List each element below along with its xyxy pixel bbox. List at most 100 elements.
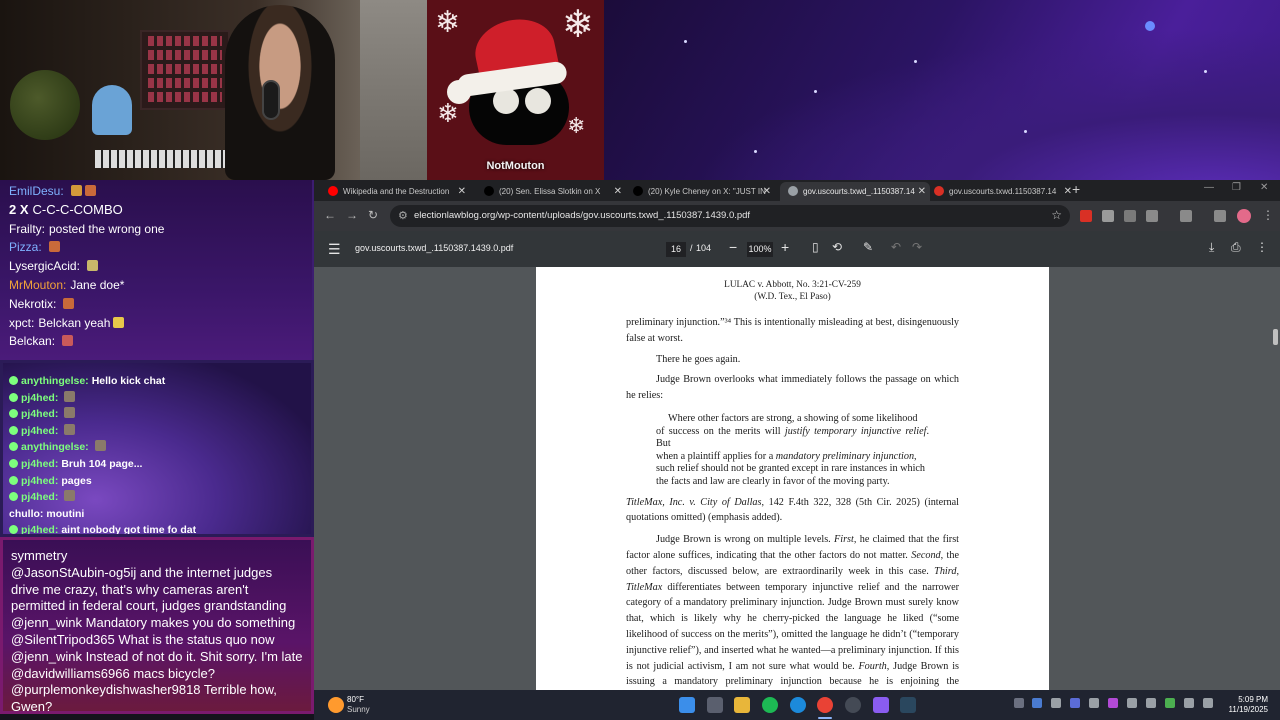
wifi-icon[interactable] [1184,698,1194,708]
block-quote: Where other factors are strong, a showin… [656,413,929,489]
extension-icon[interactable] [1124,210,1136,222]
close-tab-icon[interactable]: ✕ [458,182,466,201]
clock-time[interactable]: 5:09 PM [1238,695,1268,704]
scrollbar[interactable] [1273,267,1278,690]
weather-temperature[interactable]: 80°F [347,695,364,704]
forward-icon[interactable]: → [346,208,358,222]
close-tab-icon[interactable]: ✕ [918,182,926,201]
chrome-icon[interactable] [817,697,833,713]
zoom-in-icon[interactable]: + [781,239,789,255]
reading-list-icon[interactable] [1214,210,1226,222]
redo-icon[interactable]: ↷ [912,240,922,254]
browser-tab[interactable]: Wikipedia and the Destruction ✕ [320,182,470,201]
tab-strip: Wikipedia and the Destruction ✕ (20) Sen. … [314,180,1280,201]
spotify-icon[interactable] [762,697,778,713]
url-text[interactable]: electionlawblog.org/wp-content/uploads/g… [414,205,750,227]
tray-icon[interactable] [1032,698,1042,708]
weather-condition[interactable]: Sunny [347,705,370,714]
santa-hat-pom [447,80,471,104]
close-tab-icon[interactable]: ✕ [1064,182,1072,201]
chat-message: @purplemonkeydishwasher9818 Terrible how… [11,682,303,711]
zoom-out-icon[interactable]: − [729,239,737,255]
browser-tab[interactable]: gov.uscourts.txwd.1150387.14 ✕ [926,182,1076,201]
browser-tab[interactable]: (20) Sen. Elissa Slotkin on X ✕ [476,182,626,201]
chat-username: @jenn_wink [11,615,83,631]
chat-message: @davidwilliams6966 macs bicycle? [11,666,303,683]
steam-icon[interactable] [900,697,916,713]
file-explorer-icon[interactable] [734,697,750,713]
maximize-icon[interactable]: ❐ [1232,182,1241,193]
tray-chevron-icon[interactable] [1014,698,1024,708]
new-tab-button[interactable]: + [1072,181,1080,197]
sidepanel-icon[interactable] [1180,210,1192,222]
scrollbar-thumb[interactable] [1273,329,1278,345]
annotate-icon[interactable]: ✎ [863,240,873,254]
x-icon [484,186,494,196]
chat-message: pj4hed: Bruh 104 page... [9,456,305,473]
pdf-viewport: LULAC v. Abbott, No. 3:21-CV-259 (W.D. T… [314,267,1280,690]
browser-menu-icon[interactable]: ⋮ [1262,208,1274,222]
plant-image [10,70,80,140]
chat-username: Frailty: [9,221,45,236]
active-app-indicator [818,717,832,719]
chat-username: pj4hed: [21,524,59,537]
paragraph: There he goes again. [656,353,741,365]
extension-icon[interactable] [1102,210,1114,222]
emote-icon [64,490,76,502]
extension-icon[interactable] [1080,210,1092,222]
hamburger-menu-icon[interactable]: ☰ [328,241,341,258]
clock-date[interactable]: 11/19/2025 [1229,705,1268,714]
close-window-icon[interactable]: ✕ [1260,182,1268,193]
globe-icon [788,186,798,196]
site-info-icon[interactable]: ⚙ [398,209,408,222]
snowflake-icon: ❄ [567,113,586,138]
emote-icon [48,241,60,253]
print-icon[interactable]: ⎙ [1231,240,1241,255]
streamer-image [225,5,335,180]
pdf-more-icon[interactable]: ⋮ [1256,240,1268,254]
chat-text: Hello kick chat [91,375,166,387]
close-tab-icon[interactable]: ✕ [763,182,771,201]
edge-icon[interactable] [790,697,806,713]
chat-username: pj4hed: [21,408,59,421]
page-number-input[interactable]: 16 [666,242,686,257]
chat-username: @davidwilliams6966 [11,665,130,681]
tray-icon[interactable] [1165,698,1175,708]
close-tab-icon[interactable]: ✕ [614,182,622,201]
snowflake-icon: ❄ [437,98,459,128]
rotate-icon[interactable]: ⟲ [832,240,842,254]
tray-icon[interactable] [1089,698,1099,708]
chat-text: aint nobody got time fo dat [61,524,197,537]
app-icon[interactable] [873,697,889,713]
chat-message: anythingelse: [9,439,305,456]
volume-icon[interactable] [1203,698,1213,708]
download-icon[interactable]: ⤓ [1209,240,1214,255]
obs-icon[interactable] [845,697,861,713]
fit-page-icon[interactable]: ▯ [812,240,819,254]
pdf-toolbar: ☰ gov.uscourts.txwd_.1150387.1439.0.pdf … [314,231,1280,267]
back-icon[interactable]: ← [324,208,336,222]
start-icon[interactable] [679,697,695,713]
paragraph: Judge Brown overlooks what immediately f… [626,374,959,402]
chat-username: anythingelse: [21,375,89,387]
task-view-icon[interactable] [707,697,723,713]
address-bar[interactable]: ⚙ electionlawblog.org/wp-content/uploads… [390,205,1070,227]
browser-tab[interactable]: gov.uscourts.txwd_.1150387.14 ✕ [780,182,930,201]
undo-icon[interactable]: ↶ [891,240,901,254]
tray-icon[interactable] [1146,698,1156,708]
pdf-icon [934,186,944,196]
snowflake-icon: ❄ [562,4,594,46]
tray-icon[interactable] [1070,698,1080,708]
tray-icon[interactable] [1127,698,1137,708]
tray-icon[interactable] [1108,698,1118,708]
extensions-puzzle-icon[interactable] [1146,210,1158,222]
tray-icon[interactable] [1051,698,1061,708]
reload-icon[interactable]: ↻ [368,208,378,222]
zoom-level-input[interactable]: 100% [747,242,773,257]
profile-avatar[interactable] [1237,209,1251,223]
weather-sun-icon[interactable] [328,697,344,713]
minimize-icon[interactable]: — [1204,182,1214,193]
browser-tab[interactable]: (20) Kyle Cheney on X: "JUST IN ✕ [625,182,775,201]
chat-username: @JasonStAubin-og5ij [11,564,137,580]
bookmark-star-icon[interactable]: ☆ [1051,208,1062,222]
